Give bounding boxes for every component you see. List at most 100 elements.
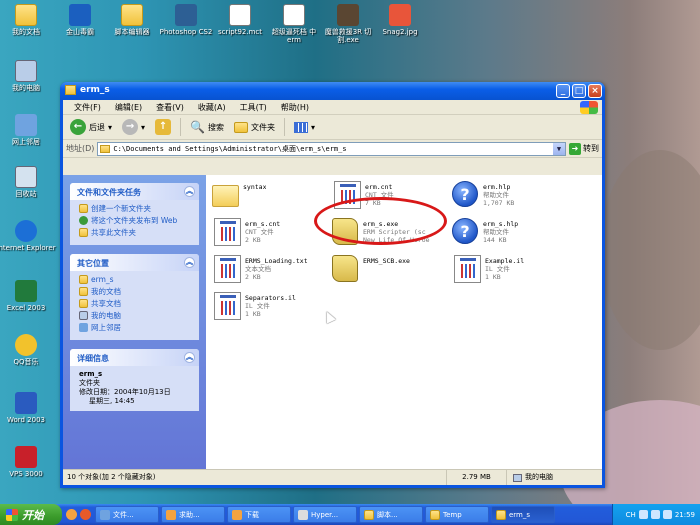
system-tray: CH 21:59	[612, 504, 700, 525]
minimize-button[interactable]: _	[556, 84, 570, 98]
menu-favorites[interactable]: 收藏(A)	[191, 102, 233, 113]
menu-edit[interactable]: 编辑(E)	[108, 102, 149, 113]
desktop-icon-my-computer[interactable]: 我的电脑	[0, 60, 56, 92]
folders-button[interactable]: 文件夹	[231, 120, 278, 135]
menu-help[interactable]: 帮助(H)	[274, 102, 316, 113]
network-icon	[15, 114, 37, 136]
music-icon	[15, 334, 37, 356]
il-file-icon	[214, 292, 241, 320]
folder-icon	[65, 85, 76, 95]
quick-launch	[62, 509, 95, 520]
start-button[interactable]: 开始	[0, 504, 62, 525]
close-button[interactable]: ×	[588, 84, 602, 98]
new-folder-icon	[79, 204, 88, 213]
desktop-icon-ie[interactable]: Internet Explorer	[0, 220, 56, 252]
shield-icon	[69, 4, 91, 26]
file-item[interactable]: ? erm_s.hlp 帮助文件 144 KB	[452, 218, 577, 246]
go-button[interactable]: ➜ 转到	[569, 142, 599, 155]
chevron-up-icon[interactable]: ︽	[184, 257, 195, 268]
file-item[interactable]: Separators.il IL 文件 1 KB	[212, 292, 337, 320]
chevron-up-icon[interactable]: ︽	[184, 352, 195, 363]
desktop-icon-network[interactable]: 网上邻居	[0, 114, 56, 146]
desktop-icon-erm-doc[interactable]: 超级逼死档 中 erm	[264, 4, 324, 44]
desktop-icon-recycle-bin[interactable]: 回收站	[0, 166, 56, 198]
menu-file[interactable]: 文件(F)	[67, 102, 108, 113]
highlight-circle	[314, 197, 447, 245]
panel-header[interactable]: 其它位置 ︽	[70, 254, 199, 271]
language-indicator[interactable]: CH	[626, 511, 636, 519]
tray-icon[interactable]	[650, 510, 660, 519]
up-button[interactable]: ↑	[152, 117, 174, 137]
address-input[interactable]: C:\Documents and Settings\Administrator\…	[97, 141, 566, 156]
explorer-window: erm_s _ □ × 文件(F) 编辑(E) 查看(V) 收藏(A) 工具(T…	[60, 82, 605, 488]
task-button[interactable]: 下载	[227, 506, 291, 523]
media-icon[interactable]	[80, 509, 91, 520]
desktop-icon-photoshop[interactable]: Photoshop CS2	[156, 4, 216, 36]
globe-icon	[79, 216, 88, 225]
folder-icon	[212, 185, 239, 207]
menu-bar: 文件(F) 编辑(E) 查看(V) 收藏(A) 工具(T) 帮助(H)	[63, 100, 602, 115]
task-button[interactable]: 求助...	[161, 506, 225, 523]
task-publish-web[interactable]: 将这个文件夹发布到 Web	[79, 216, 193, 225]
desktop-icon-my-documents[interactable]: 我的文档	[0, 4, 56, 36]
panel-header[interactable]: 文件和文件夹任务 ︽	[70, 183, 199, 200]
file-item[interactable]: ERMS_Loading.txt 文本文档 2 KB	[212, 255, 337, 283]
place-network[interactable]: 网上邻居	[79, 323, 193, 332]
file-tasks-panel: 文件和文件夹任务 ︽ 创建一个新文件夹 将这个文件夹发布到 Web 共享此文件夹	[70, 183, 199, 245]
file-item[interactable]: ERMS_SCB.exe	[332, 255, 457, 283]
task-button[interactable]: 脚本...	[359, 506, 423, 523]
desktop-icon-script-editor[interactable]: 脚本编辑器	[102, 4, 162, 36]
task-new-folder[interactable]: 创建一个新文件夹	[79, 204, 193, 213]
volume-icon[interactable]	[662, 510, 672, 519]
forward-arrow-icon: →	[122, 119, 139, 135]
help-file-icon: ?	[452, 218, 478, 244]
desktop-icon-kingsoft[interactable]: 金山毒霸	[50, 4, 110, 36]
address-label: 地址(D)	[66, 144, 95, 153]
back-button[interactable]: ← 后退 ▾	[67, 117, 115, 137]
desktop-icon-qq-music[interactable]: QQ音乐	[0, 334, 56, 366]
views-button[interactable]: ▾	[291, 120, 318, 135]
title-bar[interactable]: erm_s _ □ ×	[60, 82, 605, 100]
desktop-icon-script92[interactable]: script92.mct	[210, 4, 270, 36]
file-item[interactable]: ? erm.hlp 帮助文件 1,707 KB	[452, 181, 577, 209]
desktop-icon-warcraft[interactable]: 魔兽救援3R 切割.exe	[318, 4, 378, 44]
task-share-folder[interactable]: 共享此文件夹	[79, 228, 193, 237]
place-erm-s[interactable]: erm_s	[79, 275, 193, 284]
views-icon	[293, 121, 308, 133]
desktop-icon-word[interactable]: Word 2003	[0, 392, 56, 424]
network-icon	[79, 323, 88, 332]
clock: 21:59	[674, 510, 695, 519]
game-icon	[337, 4, 359, 26]
windows-logo-icon	[580, 101, 598, 114]
chevron-down-icon[interactable]: ▼	[553, 142, 565, 155]
place-my-documents[interactable]: 我的文档	[79, 287, 193, 296]
window-title: erm_s	[80, 85, 110, 95]
place-my-computer[interactable]: 我的电脑	[79, 311, 193, 320]
folder-icon	[364, 509, 374, 520]
panel-header[interactable]: 详细信息 ︽	[70, 349, 199, 366]
file-item[interactable]: syntax	[212, 181, 337, 209]
forward-button[interactable]: → ▾	[119, 117, 148, 137]
place-shared-documents[interactable]: 共享文档	[79, 299, 193, 308]
menu-view[interactable]: 查看(V)	[149, 102, 191, 113]
terminal-icon	[298, 509, 308, 520]
desktop-icon-excel[interactable]: Excel 2003	[0, 280, 56, 312]
document-icon	[283, 4, 305, 26]
taskbar: 开始 文件... 求助... 下载 Hyper... 脚本... Temp er…	[0, 504, 700, 525]
text-file-icon	[214, 255, 241, 283]
desktop-icon-snag[interactable]: Snag2.jpg	[370, 4, 430, 36]
task-button-active[interactable]: erm_s	[491, 506, 555, 523]
chevron-up-icon[interactable]: ︽	[184, 186, 195, 197]
tray-icon[interactable]	[638, 510, 648, 519]
task-button[interactable]: Temp	[425, 506, 489, 523]
browser-icon[interactable]	[66, 509, 77, 520]
search-button[interactable]: 🔍 搜索	[187, 118, 227, 136]
file-item[interactable]: Example.il IL 文件 1 KB	[452, 255, 577, 283]
menu-tools[interactable]: 工具(T)	[233, 102, 274, 113]
task-button[interactable]: 文件...	[95, 506, 159, 523]
task-button[interactable]: Hyper...	[293, 506, 357, 523]
folder-up-icon: ↑	[155, 119, 172, 135]
windows-logo-icon	[6, 508, 18, 521]
maximize-button[interactable]: □	[572, 84, 586, 98]
desktop-icon-vps[interactable]: VPS 3000	[0, 446, 56, 478]
